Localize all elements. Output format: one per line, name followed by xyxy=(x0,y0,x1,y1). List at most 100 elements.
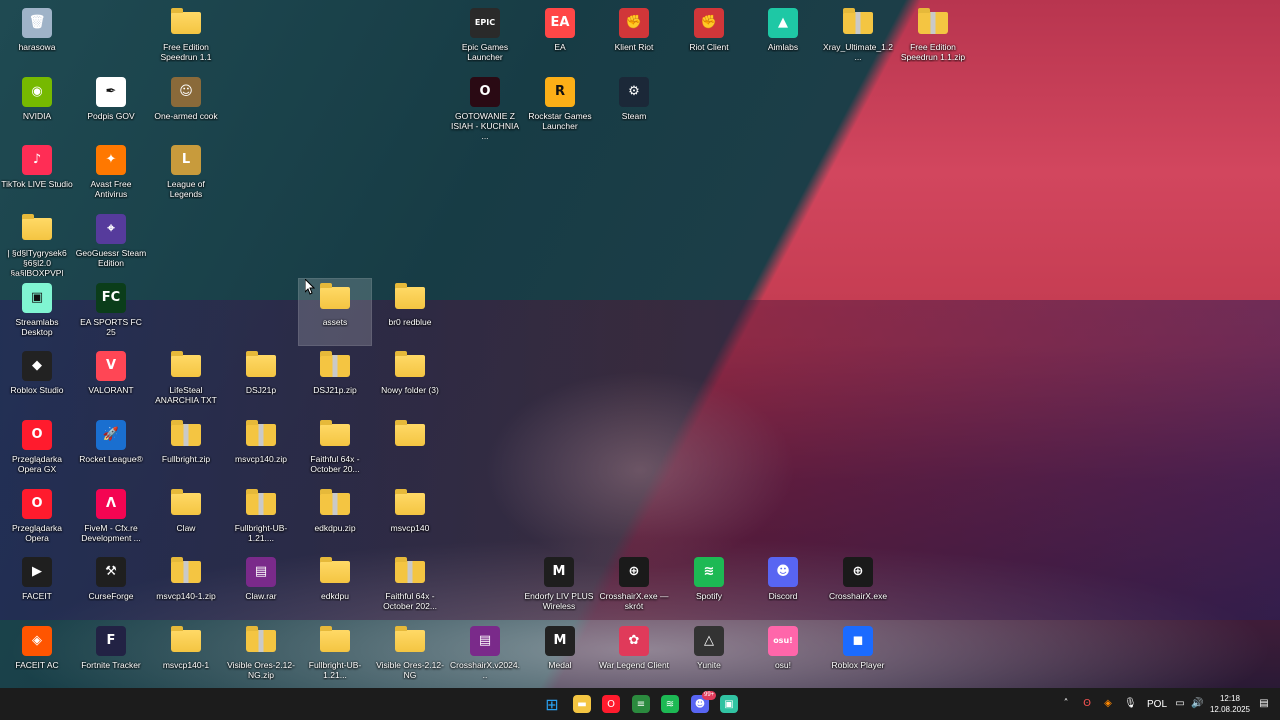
desktop-icon[interactable]: msvcp140-1.zip xyxy=(150,553,222,619)
desktop-icon[interactable]: ◈ FACEIT AC xyxy=(1,622,73,688)
desktop-icon[interactable]: ▤ Claw.rar xyxy=(225,553,297,619)
desktop-icon[interactable]: Faithful 64x - October 202... xyxy=(374,553,446,619)
desktop-icon[interactable]: edkdpu.zip xyxy=(299,485,371,551)
desktop-icon-label: Visible Ores-2.12-NG.zip xyxy=(227,660,295,680)
desktop-icon[interactable] xyxy=(374,416,446,482)
clock[interactable]: 12:18 12.08.2025 xyxy=(1206,693,1254,715)
desktop-icon[interactable]: ☺ One-armed cook xyxy=(150,73,222,139)
desktop-icon[interactable]: ✊ Klient Riot xyxy=(598,4,670,70)
desktop-icon[interactable]: ▲ Aimlabs xyxy=(747,4,819,70)
opera-gx-taskbar-icon[interactable]: O xyxy=(602,695,620,713)
zip-folder-icon xyxy=(395,557,425,583)
one-armed-cook-icon: ☺ xyxy=(171,77,201,107)
desktop-icon[interactable]: ▶ FACEIT xyxy=(1,553,73,619)
desktop-icon[interactable]: ✊ Riot Client xyxy=(673,4,745,70)
desktop-icon[interactable]: Fullbright.zip xyxy=(150,416,222,482)
desktop-icon[interactable]: EPIC Epic Games Launcher xyxy=(449,4,521,70)
microphone-icon[interactable]: 🎙 xyxy=(1124,698,1137,710)
desktop-icon[interactable]: Visible Ores-2.12-NG xyxy=(374,622,446,688)
faceit-icon: ▶ xyxy=(22,557,52,587)
desktop-icon-label: GOTOWANIE Z ISIAH - KUCHNIA ... xyxy=(450,111,519,139)
desktop-icon[interactable]: Xray_Ultimate_1.2... xyxy=(822,4,894,70)
desktop-icon[interactable]: ✿ War Legend Client xyxy=(598,622,670,688)
desktop-icon[interactable]: | §d§lTygrysek6 §6§l2.0 §a§lBOXPVP| xyxy=(1,210,73,276)
desktop-icon[interactable]: Nowy folder (3) xyxy=(374,347,446,413)
desktop-icon[interactable]: O GOTOWANIE Z ISIAH - KUCHNIA ... xyxy=(449,73,521,139)
desktop-icon[interactable]: ◆ Roblox Studio xyxy=(1,347,73,413)
desktop-icon[interactable]: br0 redblue xyxy=(374,279,446,345)
desktop-icon[interactable]: O Przeglądarka Opera xyxy=(1,485,73,551)
desktop-icon[interactable]: 🚀 Rocket League® xyxy=(75,416,147,482)
streamlabs-taskbar-icon[interactable]: ▣ xyxy=(720,695,738,713)
desktop-icon[interactable]: ◼ Roblox Player xyxy=(822,622,894,688)
network-icon[interactable]: ▭ xyxy=(1174,698,1186,710)
desktop-icon-label: Steam xyxy=(621,111,647,121)
desktop-icon[interactable]: Visible Ores-2.12-NG.zip xyxy=(225,622,297,688)
desktop-icon[interactable]: R Rockstar Games Launcher xyxy=(524,73,596,139)
opera-tray-icon[interactable]: ʘ xyxy=(1081,698,1093,710)
start-button[interactable]: ⊞ xyxy=(543,695,561,714)
steam-icon: ⚙ xyxy=(619,77,649,107)
desktop-icon[interactable]: FC EA SPORTS FC 25 xyxy=(75,279,147,345)
desktop-icon[interactable]: M Medal xyxy=(524,622,596,688)
desktop-icon-label: Avast Free Antivirus xyxy=(90,179,132,199)
file-explorer-icon[interactable]: ▬ xyxy=(573,695,591,713)
desktop-icon[interactable]: ▤ CrosshairX.v2024... xyxy=(449,622,521,688)
desktop-icon[interactable]: O Przeglądarka Opera GX xyxy=(1,416,73,482)
chevron-up-icon[interactable]: ˄ xyxy=(1060,698,1072,710)
desktop-icon[interactable]: ✒ Podpis GOV xyxy=(75,73,147,139)
desktop-icon[interactable]: ⌖ GeoGuessr Steam Edition xyxy=(75,210,147,276)
desktop-icon[interactable]: DSJ21p.zip xyxy=(299,347,371,413)
folder-icon xyxy=(395,420,425,446)
desktop-icon[interactable]: Free Edition Speedrun 1.1.zip xyxy=(897,4,969,70)
desktop-icon[interactable]: ⊕ CrosshairX.exe xyxy=(822,553,894,619)
desktop-icon[interactable]: Claw xyxy=(150,485,222,551)
desktop-icon[interactable]: osu! osu! xyxy=(747,622,819,688)
desktop-icon[interactable]: DSJ21p xyxy=(225,347,297,413)
desktop-icon[interactable]: ✦ Avast Free Antivirus xyxy=(75,141,147,207)
nvidia-app-taskbar-icon[interactable]: ≡ xyxy=(632,695,650,713)
desktop-icon[interactable]: V VALORANT xyxy=(75,347,147,413)
avast-tray-icon[interactable]: ◈ xyxy=(1102,698,1114,710)
notifications-icon[interactable]: ▤ xyxy=(1258,698,1270,710)
desktop-icon-label: Xray_Ultimate_1.2... xyxy=(823,42,893,62)
desktop-icon[interactable]: msvcp140 xyxy=(374,485,446,551)
spotify-taskbar-icon[interactable]: ≋ xyxy=(661,695,679,713)
desktop-icon[interactable]: Fullbright-UB-1.21.... xyxy=(225,485,297,551)
folder-icon xyxy=(171,8,201,34)
desktop-icon-label: LifeSteal ANARCHIA TXT xyxy=(155,385,217,405)
desktop-icon[interactable]: ⊕ CrosshairX.exe — skrót xyxy=(598,553,670,619)
desktop-icon[interactable]: 🗑 harasowa xyxy=(1,4,73,70)
desktop-icon[interactable]: LifeSteal ANARCHIA TXT xyxy=(150,347,222,413)
desktop-icon[interactable]: △ Yunite xyxy=(673,622,745,688)
desktop-icon[interactable]: ⚒ CurseForge xyxy=(75,553,147,619)
desktop-icon[interactable]: ≋ Spotify xyxy=(673,553,745,619)
desktop-icon[interactable]: EA EA xyxy=(524,4,596,70)
desktop-icon[interactable]: M Endorfy LIV PLUS Wireless xyxy=(523,553,595,619)
desktop-icon[interactable]: ♪ TikTok LIVE Studio xyxy=(1,141,73,207)
desktop-icon[interactable]: ☻ Discord xyxy=(747,553,819,619)
zip-folder-icon xyxy=(171,557,201,583)
desktop-icon[interactable]: F Fortnite Tracker xyxy=(75,622,147,688)
desktop-icon[interactable]: Free Edition Speedrun 1.1 xyxy=(150,4,222,70)
desktop-icon-label: Fortnite Tracker xyxy=(81,660,141,670)
desktop-icon[interactable]: msvcp140.zip xyxy=(225,416,297,482)
fivem-icon: Λ xyxy=(96,489,126,519)
desktop-icon[interactable]: L League of Legends xyxy=(150,141,222,207)
language-indicator[interactable]: POL xyxy=(1147,688,1167,720)
desktop-icon[interactable]: Λ FiveM - Cfx.re Development ... xyxy=(75,485,147,551)
taskbar: ⊞ ▬ O ≡ ≋ ☻ ▣ 99+ ˄ ʘ ◈ 🎙 POL ▭ 🔊 12:18 12.08.2… xyxy=(0,688,1280,720)
desktop-icon[interactable]: Fullbright-UB-1.21... xyxy=(299,622,371,688)
avast-icon: ✦ xyxy=(96,145,126,175)
desktop-icon[interactable]: Faithful 64x - October 20... xyxy=(299,416,371,482)
desktop-icon[interactable]: msvcp140-1 xyxy=(150,622,222,688)
desktop-icon[interactable]: ◉ NVIDIA xyxy=(1,73,73,139)
volume-icon[interactable]: 🔊 xyxy=(1191,698,1203,710)
desktop-icon[interactable]: ▣ Streamlabs Desktop xyxy=(1,279,73,345)
riot-icon: ✊ xyxy=(619,8,649,38)
desktop-icon-label: Roblox Player xyxy=(831,660,885,670)
desktop-icon[interactable]: ⚙ Steam xyxy=(598,73,670,139)
desktop-icon-label: FACEIT AC xyxy=(15,660,59,670)
desktop-icon-label: msvcp140-1 xyxy=(162,660,210,670)
desktop-icon[interactable]: edkdpu xyxy=(299,553,371,619)
